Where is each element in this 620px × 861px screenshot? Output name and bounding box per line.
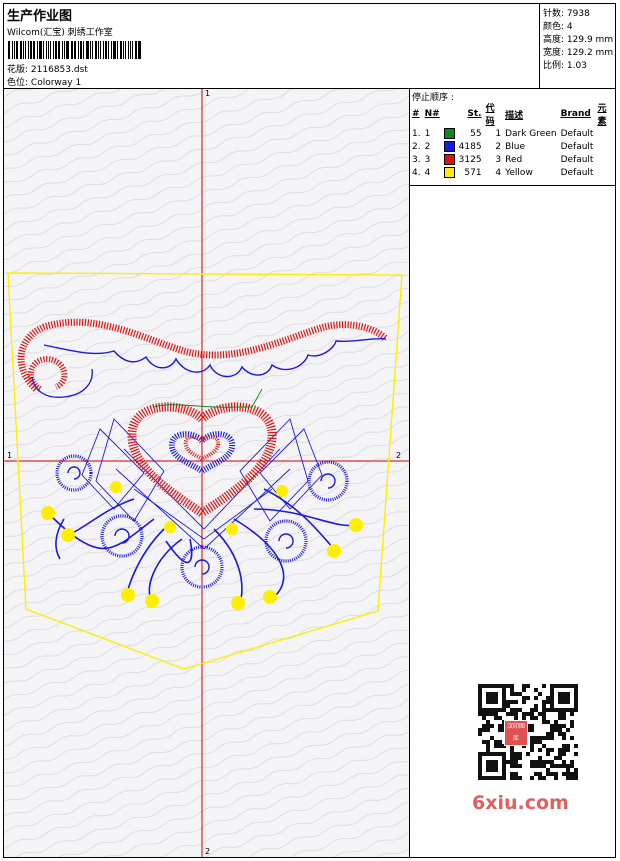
color-swatch: [443, 154, 455, 165]
cell-element: [596, 166, 616, 179]
col-num: #: [412, 109, 420, 119]
design-row: 花版: 2116853.dst: [7, 62, 88, 75]
fabric-background: [4, 89, 409, 857]
cell-n: 4: [424, 167, 431, 178]
cell-swatch: [443, 127, 458, 140]
page-title: 生产作业图: [7, 9, 73, 24]
stat-stitches: 针数: 7938: [543, 9, 590, 19]
design-canvas[interactable]: 1 2 1 2: [4, 89, 409, 857]
table-row: 1. 1 55 1 Dark Green Default: [411, 127, 616, 140]
cell-element: [596, 140, 616, 153]
table-header-row: # N# St. 代码 描述 Brand 元素: [411, 101, 616, 127]
cell-desc: Yellow: [505, 167, 533, 178]
stat-width: 宽度: 129.2 mm: [543, 48, 614, 58]
cell-swatch: [443, 140, 458, 153]
watermark-text: 6xiu.com: [472, 792, 569, 814]
color-swatch: [443, 167, 455, 178]
col-code: 代码: [485, 104, 495, 127]
cell-num: 3.: [412, 154, 421, 165]
axis-label-bottom: 2: [205, 847, 211, 856]
cell-code: 3: [495, 154, 502, 165]
header-left: 生产作业图 Wilcom(汇宝) 刺绣工作室 花版: 2116853.dst 色…: [4, 4, 538, 88]
design-value: 2116853.dst: [30, 65, 88, 75]
canvas-divider: [409, 89, 410, 857]
color-swatch: [443, 128, 455, 139]
col-desc: 描述: [505, 110, 524, 121]
stats-panel: 针数: 7938 颜色: 4 高度: 129.9 mm 宽度: 129.2 mm…: [539, 4, 617, 88]
axis-label-top: 1: [205, 89, 211, 98]
stat-scale: 比例: 1.03: [543, 61, 587, 71]
cell-brand: Default: [560, 141, 594, 152]
cell-code: 1: [495, 128, 502, 139]
cell-st: 3125: [458, 154, 482, 165]
cell-desc: Red: [505, 154, 523, 165]
col-n: N#: [424, 109, 440, 119]
colorway-label: 色位:: [7, 78, 29, 88]
cell-num: 1.: [412, 128, 421, 139]
cell-num: 4.: [412, 167, 421, 178]
cell-desc: Blue: [505, 141, 526, 152]
cell-element: [596, 153, 616, 166]
col-element: 元素: [597, 104, 607, 127]
design-label: 花版:: [7, 65, 29, 75]
table-row: 3. 3 3125 3 Red Default: [411, 153, 616, 166]
cell-swatch: [443, 166, 458, 179]
cell-swatch: [443, 153, 458, 166]
cell-num: 2.: [412, 141, 421, 152]
cell-st: 4185: [458, 141, 482, 152]
cell-brand: Default: [560, 167, 594, 178]
table-row: 2. 2 4185 2 Blue Default: [411, 140, 616, 153]
cell-st: 571: [464, 167, 482, 178]
studio-name: Wilcom(汇宝) 刺绣工作室: [7, 28, 113, 38]
design-drawing: [4, 89, 409, 857]
axis-label-right: 2: [396, 451, 402, 460]
cell-desc: Dark Green: [505, 128, 557, 139]
cell-element: [596, 127, 616, 140]
qr-watermark: 汉印图库 6xiu.com: [470, 680, 586, 816]
col-brand: Brand: [560, 109, 591, 119]
cell-brand: Default: [560, 154, 594, 165]
seal-stamp: 汉印图库: [504, 720, 528, 746]
col-st: St.: [467, 109, 482, 119]
cell-brand: Default: [560, 128, 594, 139]
cell-n: 3: [424, 154, 431, 165]
axis-label-left: 1: [7, 451, 13, 460]
barcode: [8, 41, 142, 59]
cell-code: 2: [495, 141, 502, 152]
cell-code: 4: [495, 167, 502, 178]
colorway-row: 色位: Colorway 1: [7, 75, 81, 88]
cell-n: 2: [424, 141, 431, 152]
color-swatch: [443, 141, 455, 152]
stop-sequence-panel: 停止顺序 : # N# St. 代码 描述 Brand 元素 1. 1 55 1 Dar…: [410, 89, 616, 186]
cell-st: 55: [470, 128, 482, 139]
cell-n: 1: [424, 128, 431, 139]
colorway-value: Colorway 1: [30, 78, 82, 88]
stat-colors: 颜色: 4: [543, 22, 573, 32]
table-row: 4. 4 571 4 Yellow Default: [411, 166, 616, 179]
stop-sequence-table: # N# St. 代码 描述 Brand 元素 1. 1 55 1 Dark Green…: [411, 101, 616, 179]
col-swatch: [443, 101, 458, 127]
stat-height: 高度: 129.9 mm: [543, 35, 614, 45]
